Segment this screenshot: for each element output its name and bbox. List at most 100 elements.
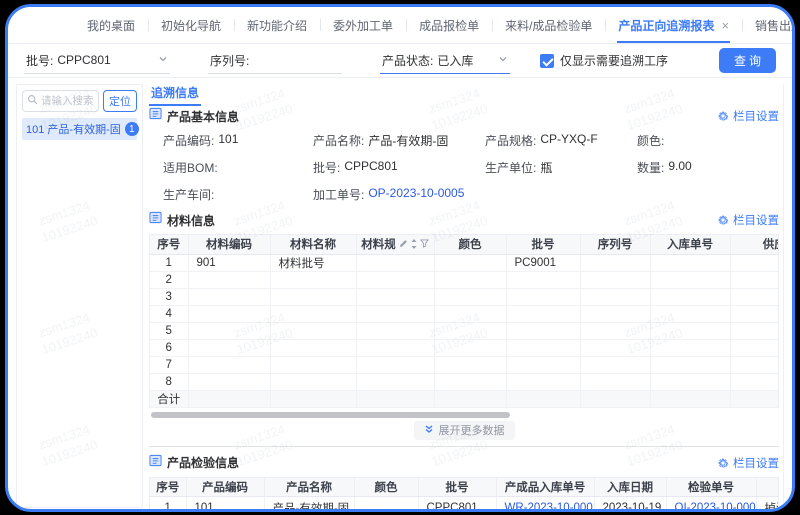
table-row[interactable]: 7 <box>150 356 779 373</box>
close-icon[interactable]: × <box>721 19 729 32</box>
tab-init-nav[interactable]: 初始化导航 <box>148 7 234 43</box>
count-badge: 1 <box>125 122 139 136</box>
field-color: 颜色: <box>637 132 779 149</box>
field-product-name: 产品名称:产品-有效期-固 <box>313 132 485 149</box>
filter-icon[interactable] <box>420 239 429 251</box>
field-label: 适用BOM: <box>163 159 218 176</box>
search-input[interactable] <box>41 95 94 107</box>
field-workshop: 生产车间: <box>163 186 313 203</box>
section-title: 产品检验信息 <box>167 454 239 471</box>
tab-finished-report[interactable]: 成品报检单 <box>406 7 492 43</box>
field-label: 生产车间: <box>163 186 214 203</box>
col-serial: 序列号 <box>580 235 650 254</box>
batch-select[interactable]: 批号: CPPC801 <box>24 48 170 74</box>
trace-only-checkbox[interactable]: 仅显示需要追溯工序 <box>540 52 668 69</box>
product-status-select[interactable]: 产品状态: 已入库 <box>380 48 510 74</box>
column-settings-button[interactable]: 栏目设置 <box>717 455 779 471</box>
col-material-code: 材料编码 <box>188 235 270 254</box>
query-button[interactable]: 查询 <box>719 48 776 73</box>
material-table-wrap: 序号 材料编码 材料名称 材料规 颜色 批号 序列号 入库单号 供应商 1901… <box>149 234 779 408</box>
col-color: 颜色 <box>434 235 506 254</box>
document-icon <box>149 107 162 125</box>
field-label: 加工单号: <box>313 186 364 203</box>
section-title: 材料信息 <box>167 212 215 229</box>
sidebar-search-row: 定位 <box>22 90 137 112</box>
tab-my-desktop[interactable]: 我的桌面 <box>74 7 148 43</box>
locate-button[interactable]: 定位 <box>103 90 137 112</box>
col-receipt-no: 产成品入库单号 <box>496 478 594 497</box>
col-batch: 批号 <box>418 478 496 497</box>
inspection-header-row: 序号 产品编码 产品名称 颜色 批号 产成品入库单号 入库日期 检验单号 不合格 <box>150 478 779 497</box>
tab-label: 新功能介绍 <box>247 17 307 34</box>
col-receipt: 入库单号 <box>650 235 730 254</box>
scrollbar-thumb[interactable] <box>151 412 510 418</box>
col-batch: 批号 <box>506 235 580 254</box>
trace-tab-row: 追溯信息 <box>149 84 779 103</box>
col-product-name: 产品名称 <box>264 478 354 497</box>
sort-icon[interactable] <box>410 239 418 252</box>
tab-bar: 我的桌面 初始化导航 新功能介绍 委外加工单 成品报检单 来料/成品检验单 产品… <box>8 7 792 44</box>
tree-item-label: 101 产品-有效期-固 <box>26 121 121 137</box>
table-row[interactable]: 3 <box>150 288 779 305</box>
serial-input[interactable]: 序列号: <box>208 48 342 74</box>
tab-label: 销售出库单 <box>755 17 795 34</box>
field-bom: 适用BOM: <box>163 159 313 176</box>
sidebar-search-box[interactable] <box>22 90 99 112</box>
inspection-link[interactable]: QI-2023-10-0003 <box>666 497 756 513</box>
table-row[interactable]: 2 <box>150 271 779 288</box>
horizontal-scrollbar <box>149 412 779 418</box>
checkbox-icon[interactable] <box>540 54 554 68</box>
filter-bar: 批号: CPPC801 序列号: 产品状态: 已入库 仅显示需要追溯工序 查询 <box>8 44 792 78</box>
tab-outsource-order[interactable]: 委外加工单 <box>320 7 406 43</box>
column-settings-button[interactable]: 栏目设置 <box>717 108 779 124</box>
basic-info-grid: 产品编码:101 产品名称:产品-有效期-固 产品规格:CP-YXQ-F 颜色:… <box>163 132 779 203</box>
field-label: 数量: <box>637 159 664 176</box>
inspection-info-header: 产品检验信息 栏目设置 <box>149 453 779 473</box>
table-row[interactable]: 4 <box>150 305 779 322</box>
col-product-code: 产品编码 <box>186 478 264 497</box>
table-row[interactable]: 8 <box>150 373 779 390</box>
col-inspection-no: 检验单号 <box>666 478 756 497</box>
page-body: 定位 101 产品-有效期-固 1 追溯信息 产品基本信息 栏目设置 <box>8 78 792 512</box>
expand-more-button[interactable]: 展开更多数据 <box>414 421 515 440</box>
tab-label: 来料/成品检验单 <box>505 17 592 34</box>
field-value: 9.00 <box>668 159 691 176</box>
tab-trace-info[interactable]: 追溯信息 <box>149 84 201 106</box>
field-value: 101 <box>218 132 238 149</box>
work-order-link[interactable]: OP-2023-10-0005 <box>368 186 464 203</box>
material-table: 序号 材料编码 材料名称 材料规 颜色 批号 序列号 入库单号 供应商 1901… <box>150 235 779 408</box>
field-batch: 批号:CPPC801 <box>313 159 485 176</box>
batch-value: CPPC801 <box>57 53 110 67</box>
col-defect: 不合格 <box>756 478 779 497</box>
receipt-link[interactable]: WR-2023-10-0001 <box>496 497 594 513</box>
sidebar: 定位 101 产品-有效期-固 1 <box>16 84 143 508</box>
table-row[interactable]: 1 101 产品-有效期-固 CPPC801 WR-2023-10-0001 2… <box>150 497 779 513</box>
field-label: 颜色: <box>637 132 664 149</box>
edit-icon[interactable] <box>399 239 408 251</box>
col-material-name: 材料名称 <box>270 235 356 254</box>
table-row[interactable]: 5 <box>150 322 779 339</box>
field-quantity: 数量:9.00 <box>637 159 779 176</box>
table-row[interactable]: 6 <box>150 339 779 356</box>
column-settings-label: 栏目设置 <box>733 212 779 228</box>
field-label: 产品规格: <box>485 132 536 149</box>
tab-new-features[interactable]: 新功能介绍 <box>234 7 320 43</box>
tab-sales-outbound[interactable]: 销售出库单 <box>742 7 795 43</box>
table-row[interactable]: 1901材料批号PC9001 <box>150 254 779 271</box>
app-window: 我的桌面 初始化导航 新功能介绍 委外加工单 成品报检单 来料/成品检验单 产品… <box>5 4 795 512</box>
gear-icon <box>717 214 729 226</box>
column-settings-button[interactable]: 栏目设置 <box>717 212 779 228</box>
tab-incoming-inspection[interactable]: 来料/成品检验单 <box>492 7 605 43</box>
sidebar-item-product-101[interactable]: 101 产品-有效期-固 1 <box>22 118 137 140</box>
section-divider <box>149 446 779 447</box>
section-title: 产品基本信息 <box>167 108 239 125</box>
status-label: 产品状态: <box>382 52 433 69</box>
main-panel: 追溯信息 产品基本信息 栏目设置 产品编码:101 产品名称:产品-有效期-固 … <box>149 84 784 512</box>
tab-product-trace-report[interactable]: 产品正向追溯报表 × <box>605 7 742 43</box>
tab-label: 委外加工单 <box>333 17 393 34</box>
expand-more-label: 展开更多数据 <box>439 422 505 438</box>
material-info-header: 材料信息 栏目设置 <box>149 210 779 230</box>
col-inbound-date: 入库日期 <box>594 478 666 497</box>
batch-label: 批号: <box>26 52 53 69</box>
inspection-table: 序号 产品编码 产品名称 颜色 批号 产成品入库单号 入库日期 检验单号 不合格 <box>150 478 779 513</box>
